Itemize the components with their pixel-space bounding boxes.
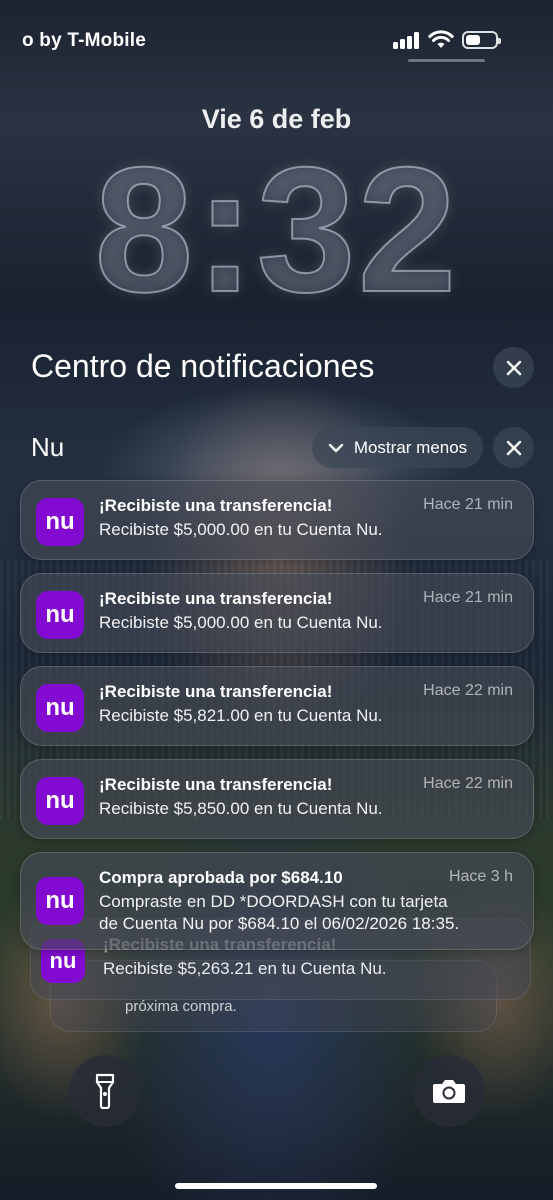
notification-body: próxima compra. bbox=[125, 998, 237, 1015]
notification-body: Recibiste $5,000.00 en tu Cuenta Nu. bbox=[99, 520, 383, 539]
notification-center-title: Centro de notificaciones bbox=[31, 348, 375, 384]
nu-app-icon: nu bbox=[36, 684, 84, 732]
camera-icon bbox=[433, 1080, 465, 1103]
nu-logo-text: nu bbox=[45, 694, 75, 721]
notification-card[interactable]: nu ¡Recibiste una transferencia! Recibis… bbox=[20, 573, 534, 653]
notification-title: ¡Recibiste una transferencia! bbox=[99, 775, 333, 794]
notification-time: Hace 21 min bbox=[423, 589, 513, 606]
notification-body-line: Compraste en DD *DOORDASH con tu tarjeta bbox=[99, 892, 448, 911]
notification-card[interactable]: nu ¡Recibiste una transferencia! Recibis… bbox=[20, 666, 534, 746]
home-indicator[interactable] bbox=[175, 1183, 377, 1189]
notification-card[interactable]: nu ¡Recibiste una transferencia! Recibis… bbox=[20, 480, 534, 560]
nu-logo-text: nu bbox=[45, 787, 75, 814]
notification-card[interactable]: nu ¡Recibiste una transferencia! Recibis… bbox=[20, 759, 534, 839]
nu-app-icon: nu bbox=[36, 777, 84, 825]
notification-time: Hace 22 min bbox=[423, 682, 513, 699]
status-indicator-bar bbox=[408, 59, 485, 62]
clear-all-button[interactable] bbox=[493, 347, 534, 388]
nu-logo-text: nu bbox=[45, 887, 75, 914]
battery-icon bbox=[462, 31, 501, 49]
close-icon bbox=[506, 360, 521, 375]
nu-app-icon: nu bbox=[36, 591, 84, 639]
notification-body: Recibiste $5,821.00 en tu Cuenta Nu. bbox=[99, 706, 383, 725]
notification-time: Hace 3 h bbox=[448, 868, 513, 885]
notification-body: Recibiste $5,850.00 en tu Cuenta Nu. bbox=[99, 799, 383, 818]
notification-card[interactable]: nu Compra aprobada por $684.10 Compraste… bbox=[20, 852, 534, 950]
notification-body: Recibiste $5,000.00 en tu Cuenta Nu. bbox=[99, 613, 383, 632]
notification-time: Hace 22 min bbox=[423, 775, 513, 792]
status-bar: o by T-Mobile bbox=[0, 0, 553, 80]
wifi-icon bbox=[428, 30, 454, 48]
nu-logo-text: nu bbox=[49, 948, 77, 973]
flashlight-button[interactable] bbox=[69, 1055, 141, 1127]
close-icon bbox=[506, 440, 521, 455]
clear-group-button[interactable] bbox=[493, 427, 534, 468]
notification-body-line: de Cuenta Nu por $684.10 el 06/02/2026 1… bbox=[99, 914, 460, 933]
camera-button[interactable] bbox=[413, 1055, 485, 1127]
notification-title: Compra aprobada por $684.10 bbox=[99, 868, 343, 887]
show-less-button[interactable]: Mostrar menos bbox=[312, 427, 483, 468]
notification-title: ¡Recibiste una transferencia! bbox=[99, 496, 333, 515]
notification-time: Hace 21 min bbox=[423, 496, 513, 513]
nu-app-icon: nu bbox=[36, 877, 84, 925]
nu-logo-text: nu bbox=[45, 508, 75, 535]
notification-title: ¡Recibiste una transferencia! bbox=[99, 589, 333, 608]
show-less-label: Mostrar menos bbox=[353, 437, 468, 457]
carrier-label: o by T-Mobile bbox=[22, 30, 146, 51]
notification-body: Recibiste $5,263.21 en tu Cuenta Nu. bbox=[103, 959, 387, 978]
flashlight-icon bbox=[95, 1073, 115, 1109]
lock-screen-clock: 8:32 bbox=[93, 129, 459, 330]
cellular-signal-icon bbox=[393, 32, 421, 49]
notification-group-app-name: Nu bbox=[31, 432, 65, 462]
nu-app-icon: nu bbox=[36, 498, 84, 546]
notification-body: Compraste en DD *DOORDASH con tu tarjeta… bbox=[99, 891, 459, 935]
nu-logo-text: nu bbox=[45, 601, 75, 628]
chevron-down-icon bbox=[328, 443, 344, 452]
notification-title: ¡Recibiste una transferencia! bbox=[99, 682, 333, 701]
